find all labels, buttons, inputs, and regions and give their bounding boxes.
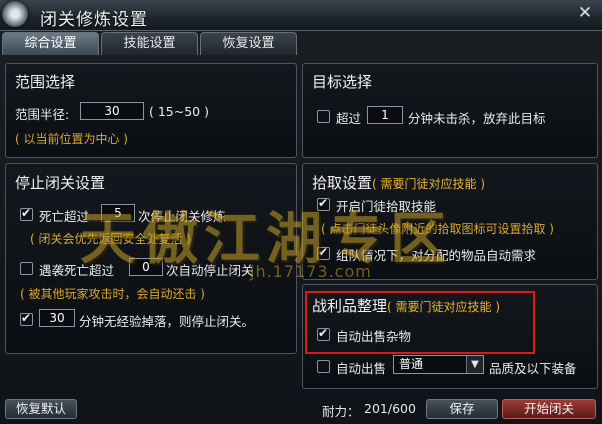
target-title: 目标选择 — [312, 73, 373, 91]
range-title: 范围选择 — [15, 73, 76, 91]
ambush-count-input[interactable]: 0 — [129, 258, 163, 276]
ambush-suffix: 次自动停止闭关 — [166, 263, 254, 278]
ambush-checkbox[interactable] — [20, 262, 33, 275]
death-note: ( 闭关会优先返回安全处复活 ) — [30, 232, 191, 246]
pickup-title-text: 拾取设置 — [312, 174, 373, 192]
target-checkbox[interactable] — [317, 110, 330, 123]
ambush-prefix: 遇袭死亡超过 — [39, 263, 115, 278]
ambush-note: ( 被其他玩家攻击时，会自动还击 ) — [20, 287, 205, 301]
death-count-input[interactable]: 5 — [101, 204, 135, 222]
pickup-title-note: ( 需要门徒对应技能 ) — [372, 177, 486, 191]
radius-label: 范围半径: — [15, 107, 70, 122]
radius-input[interactable]: 30 — [80, 102, 144, 120]
durability-label: 耐力： — [322, 404, 360, 419]
save-button[interactable]: 保存 — [426, 399, 498, 419]
tab-skills[interactable]: 技能设置 — [101, 32, 198, 55]
seclusion-settings-window: 闭关修炼设置 ✕ 综合设置 技能设置 恢复设置 范围选择 范围半径: 30 ( … — [0, 0, 602, 424]
start-seclusion-button[interactable]: 开始闭关 — [502, 399, 596, 419]
auto-pickup-label: 开启门徒拾取技能 — [336, 199, 437, 214]
target-suffix: 分钟未击杀，放弃此目标 — [408, 111, 546, 126]
sell-equip-checkbox[interactable] — [317, 360, 330, 373]
reset-default-button[interactable]: 恢复默认 — [5, 399, 77, 419]
tab-bar: 综合设置 技能设置 恢复设置 — [0, 32, 602, 56]
tab-general[interactable]: 综合设置 — [2, 32, 99, 55]
tab-recovery[interactable]: 恢复设置 — [200, 32, 297, 55]
sell-equip-suffix: 品质及以下装备 — [489, 361, 577, 376]
death-prefix: 死亡超过 — [39, 209, 90, 224]
noexp-minutes-input[interactable]: 30 — [39, 309, 75, 327]
target-minutes-input[interactable]: 1 — [367, 106, 403, 124]
pickup-panel: 拾取设置( 需要门徒对应技能 ) 开启门徒拾取技能 ( 点击门徒头像附近的拾取图… — [302, 163, 598, 280]
range-panel: 范围选择 范围半径: 30 ( 15~50 ) ( 以当前位置为中心 ) — [5, 63, 297, 158]
close-icon[interactable]: ✕ — [576, 4, 594, 22]
noexp-checkbox[interactable] — [20, 311, 33, 326]
team-need-label: 组队情况下，对分配的物品自动需求 — [336, 248, 537, 263]
stop-panel: 停止闭关设置 死亡超过 5 次停止闭关修炼 ( 闭关会优先返回安全处复活 ) 遇… — [5, 163, 297, 354]
window-title: 闭关修炼设置 — [40, 10, 148, 30]
chevron-down-icon[interactable]: ▼ — [466, 356, 483, 373]
noexp-suffix: 分钟无经验掉落，则停止闭关。 — [79, 314, 255, 329]
stop-title: 停止闭关设置 — [15, 174, 106, 192]
range-center-note: ( 以当前位置为中心 ) — [15, 132, 128, 146]
death-checkbox[interactable] — [20, 206, 33, 221]
pickup-title: 拾取设置( 需要门徒对应技能 ) — [312, 172, 485, 193]
sell-equip-label: 自动出售 — [336, 361, 387, 376]
pickup-hint: ( 点击门徒头像附近的拾取图标可设置拾取 ) — [321, 222, 554, 236]
quality-select[interactable]: 普通 ▼ — [393, 355, 484, 374]
team-need-checkbox[interactable] — [317, 245, 330, 260]
auto-pickup-checkbox[interactable] — [317, 196, 330, 211]
quality-select-value: 普通 — [399, 357, 424, 371]
title-bar[interactable]: 闭关修炼设置 ✕ — [0, 0, 602, 31]
gear-icon — [2, 1, 28, 27]
target-panel: 目标选择 超过 1 分钟未击杀，放弃此目标 — [302, 63, 598, 158]
death-suffix: 次停止闭关修炼 — [138, 209, 226, 224]
durability-value: 201/600 — [364, 401, 416, 416]
radius-hint: ( 15~50 ) — [149, 104, 209, 119]
loot-highlight-box — [305, 291, 535, 354]
target-prefix: 超过 — [336, 111, 362, 126]
